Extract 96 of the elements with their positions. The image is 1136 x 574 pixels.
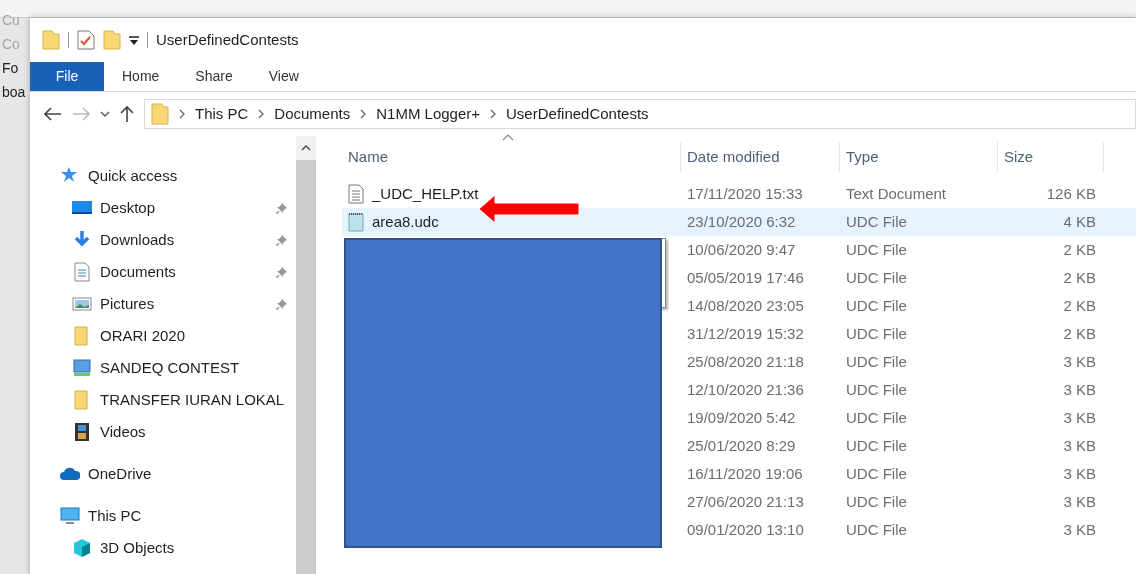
date-cell-text: 19/09/2020 5:42 [686, 407, 797, 428]
size-cell-text: 3 KB [1062, 463, 1097, 484]
chevron-right-icon[interactable] [179, 109, 185, 119]
file-icon [346, 184, 366, 204]
sidebar-item[interactable]: Pictures [60, 288, 296, 320]
ribbon-tab[interactable]: Home [104, 62, 178, 91]
address-bar[interactable]: This PC Documents N1MM Logger+ UserDefinedContests [144, 99, 1136, 129]
properties-icon[interactable] [77, 30, 95, 50]
window-title: UserDefinedContests [156, 29, 299, 50]
sidebar-item[interactable]: This PC [60, 500, 296, 532]
videos-icon [72, 422, 92, 442]
breadcrumb[interactable]: Documents [274, 102, 351, 126]
pin-icon[interactable] [276, 266, 288, 278]
date-cell-text: 27/06/2020 21:13 [686, 491, 805, 512]
ribbon-tab[interactable]: File [30, 62, 104, 91]
type-cell-text: UDC File [845, 435, 908, 456]
menu-item[interactable]: boa [0, 84, 30, 100]
type-cell-text: UDC File [845, 519, 908, 540]
date-cell-text: 14/08/2020 23:05 [686, 295, 805, 316]
breadcrumb[interactable]: This PC [195, 102, 249, 126]
pc-icon [60, 506, 80, 526]
pictures-icon [72, 294, 92, 314]
chevron-right-icon[interactable] [360, 109, 367, 119]
size-cell-text: 3 KB [1062, 519, 1097, 540]
type-cell-text: UDC File [845, 267, 908, 288]
date-cell-text: 05/05/2019 17:46 [686, 267, 805, 288]
pin-icon[interactable] [276, 298, 288, 310]
date-cell-text: 09/01/2020 13:10 [686, 519, 805, 540]
column-header[interactable]: Type [840, 142, 998, 172]
file-row[interactable]: area8.udc 23/10/2020 6:32 UDC File 4 KB [342, 208, 1136, 236]
file-icon [346, 212, 366, 232]
size-cell-text: 2 KB [1062, 295, 1097, 316]
type-cell-text: UDC File [845, 351, 908, 372]
column-header[interactable]: Name [342, 142, 681, 172]
sort-caret-icon [502, 134, 514, 141]
dropdown-icon[interactable] [129, 34, 139, 46]
date-cell-text: 25/08/2020 21:18 [686, 351, 805, 372]
sidebar-item[interactable]: Desktop [60, 192, 296, 224]
size-cell-text: 126 KB [1045, 183, 1097, 204]
size-cell-text: 2 KB [1062, 239, 1097, 260]
up-arrow-icon[interactable] [120, 105, 134, 123]
file-name: _UDC_HELP.txt [372, 183, 479, 204]
size-cell-text: 2 KB [1062, 323, 1097, 344]
document-icon [72, 262, 92, 282]
scroll-up-icon[interactable] [301, 145, 311, 151]
date-cell-text: 25/01/2020 8:29 [686, 435, 797, 456]
date-cell-text: 16/11/2020 19:06 [686, 463, 804, 484]
breadcrumb[interactable]: N1MM Logger+ [376, 102, 481, 126]
size-cell-text: 3 KB [1062, 351, 1097, 372]
type-cell-text: Text Document [845, 183, 948, 204]
menu-item[interactable]: Fo [0, 60, 30, 76]
size-cell-text: 3 KB [1062, 491, 1097, 512]
sidebar-item[interactable]: Videos [60, 416, 296, 448]
pin-icon[interactable] [276, 234, 288, 246]
column-header[interactable]: Date modified [681, 142, 840, 172]
scrollbar[interactable] [296, 136, 316, 574]
size-cell-text: 3 KB [1062, 407, 1097, 428]
chevron-right-icon[interactable] [490, 109, 497, 119]
drive-icon [72, 358, 92, 378]
type-cell-text: UDC File [845, 407, 908, 428]
pin-icon[interactable] [276, 202, 288, 214]
date-cell-text: 23/10/2020 6:32 [686, 211, 797, 232]
type-cell-text: UDC File [845, 491, 908, 512]
file-name: area8.udc [372, 211, 439, 232]
size-cell-text: 4 KB [1062, 211, 1097, 232]
type-cell-text: UDC File [845, 463, 908, 484]
date-cell-text: 17/11/2020 15:33 [686, 183, 804, 204]
sidebar-item[interactable]: Downloads [60, 224, 296, 256]
cube-icon [72, 538, 92, 558]
type-cell-text: UDC File [845, 379, 908, 400]
chevron-down-icon[interactable] [100, 110, 110, 118]
sidebar-item[interactable]: TRANSFER IURAN LOKAL [60, 384, 296, 416]
folder-icon [151, 103, 169, 125]
ribbon-tab[interactable]: View [250, 62, 317, 91]
breadcrumb[interactable]: UserDefinedContests [506, 102, 649, 126]
chevron-right-icon[interactable] [258, 109, 265, 119]
date-cell-text: 12/10/2020 21:36 [686, 379, 805, 400]
type-cell-text: UDC File [845, 239, 908, 260]
back-arrow-icon[interactable] [44, 107, 62, 121]
type-cell-text: UDC File [845, 211, 908, 232]
size-cell-text: 2 KB [1062, 267, 1097, 288]
type-cell-text: UDC File [845, 295, 908, 316]
sidebar-item[interactable]: Documents [60, 256, 296, 288]
sidebar-item[interactable]: SANDEQ CONTEST [60, 352, 296, 384]
sidebar-item[interactable]: OneDrive [60, 458, 296, 490]
sidebar-item[interactable]: ORARI 2020 [60, 320, 296, 352]
sidebar-item[interactable]: 3D Objects [60, 532, 296, 564]
size-cell-text: 3 KB [1062, 435, 1097, 456]
file-row[interactable]: _UDC_HELP.txt 17/11/2020 15:33 Text Document 126 KB [342, 180, 1136, 208]
date-cell-text: 31/12/2019 15:32 [686, 323, 805, 344]
type-cell-text: UDC File [845, 323, 908, 344]
ribbon-tab[interactable]: Share [177, 62, 251, 91]
column-header[interactable]: Size [998, 142, 1104, 172]
sidebar-item[interactable]: Quick access [60, 160, 296, 192]
date-cell-text: 10/06/2020 9:47 [686, 239, 797, 260]
size-cell-text: 3 KB [1062, 379, 1097, 400]
